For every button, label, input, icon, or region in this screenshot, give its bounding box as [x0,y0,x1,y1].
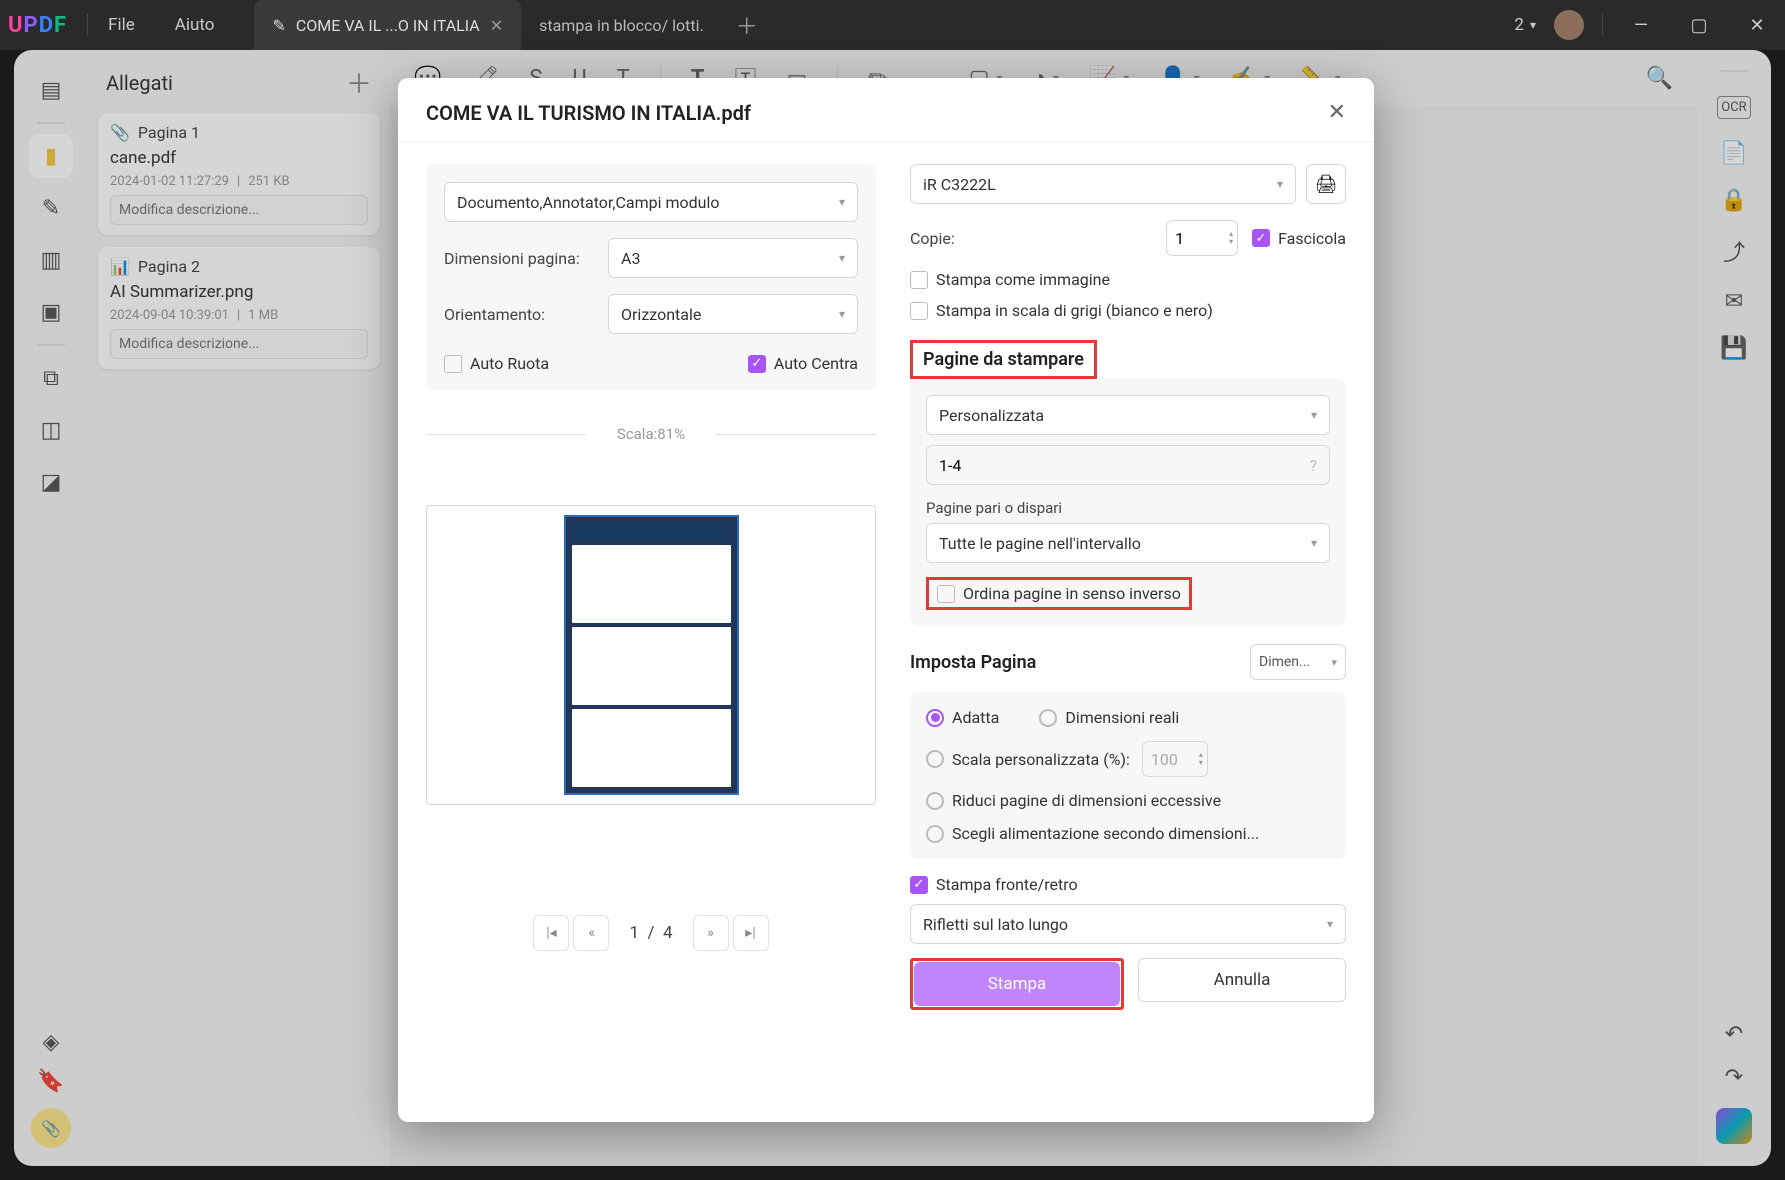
printer-icon: 🖨 [1315,174,1338,195]
print-preview [426,505,876,805]
duplex-checkbox[interactable]: ✓Stampa fronte/retro [910,875,1346,894]
custom-scale-radio[interactable]: Scala personalizzata (%): [926,750,1130,769]
pager-current: 1 [629,923,639,943]
menu-help[interactable]: Aiuto [155,15,235,35]
auto-center-checkbox[interactable]: ✓Auto Centra [748,354,858,373]
print-dialog: COME VA IL TURISMO IN ITALIA.pdf ✕ Docum… [398,78,1374,1122]
titlebar: UPDF File Aiuto ✎ COME VA IL ...O IN ITA… [0,0,1785,50]
page-setup-title: Imposta Pagina [910,652,1036,673]
page-setup-select[interactable]: Dimen... [1250,644,1346,680]
tab-label: stampa in blocco/ lotti. [539,16,704,35]
content-select[interactable]: Documento,Annotator,Campi modulo [444,182,858,222]
close-icon[interactable]: ✕ [490,16,503,35]
auto-rotate-checkbox[interactable]: Auto Ruota [444,354,549,373]
minimize-button[interactable]: — [1621,15,1661,36]
pages-mode-select[interactable]: Personalizzata [926,395,1330,435]
custom-scale-input[interactable]: 100 [1142,741,1208,777]
copies-input[interactable]: 1 [1166,220,1238,256]
scale-label: Scala:81% [426,425,876,443]
print-as-image-checkbox[interactable]: Stampa come immagine [910,270,1346,289]
menu-file[interactable]: File [88,15,155,35]
tab-inactive[interactable]: stampa in blocco/ lotti. [521,0,722,50]
pager-last[interactable]: ▸| [733,915,769,951]
dialog-close-button[interactable]: ✕ [1328,100,1346,125]
window-count[interactable]: 2▾ [1514,15,1536,35]
pager-prev[interactable]: « [573,915,609,951]
close-window-button[interactable]: ✕ [1737,15,1777,36]
paper-source-radio[interactable]: Scegli alimentazione secondo dimensioni.… [926,824,1330,843]
odd-even-select[interactable]: Tutte le pagine nell'intervallo [926,523,1330,563]
orientation-select[interactable]: Orizzontale [608,294,858,334]
pager-next[interactable]: » [693,915,729,951]
dialog-title: COME VA IL TURISMO IN ITALIA.pdf [426,101,751,125]
page-dim-select[interactable]: A3 [608,238,858,278]
cancel-button[interactable]: Annulla [1138,958,1346,1002]
copies-label: Copie: [910,229,955,248]
help-icon[interactable]: ? [1309,456,1317,475]
print-button[interactable]: Stampa [914,962,1120,1006]
pages-section-title: Pagine da stampare [923,349,1084,370]
app-logo: UPDF [8,13,67,38]
printer-properties-button[interactable]: 🖨 [1306,164,1346,204]
pencil-icon: ✎ [272,16,285,35]
pager-first[interactable]: |◂ [533,915,569,951]
preview-pager: |◂ « 1 / 4 » ▸| [426,915,876,951]
pager-total: 4 [663,923,673,943]
pages-range-input[interactable]: 1-4? [926,445,1330,485]
grayscale-checkbox[interactable]: Stampa in scala di grigi (bianco e nero) [910,301,1346,320]
fit-radio[interactable]: Adatta [926,708,999,727]
reverse-order-checkbox[interactable]: Ordina pagine in senso inverso [937,584,1181,603]
tab-active[interactable]: ✎ COME VA IL ...O IN ITALIA ✕ [254,0,521,50]
actual-size-radio[interactable]: Dimensioni reali [1039,708,1179,727]
avatar[interactable] [1554,10,1584,40]
collate-checkbox[interactable]: ✓Fascicola [1252,229,1346,248]
odd-even-label: Pagine pari o dispari [926,499,1330,517]
printer-select[interactable]: iR C3222L [910,164,1296,204]
maximize-button[interactable]: ▢ [1679,15,1719,36]
orientation-label: Orientamento: [444,305,594,324]
flip-select[interactable]: Rifletti sul lato lungo [910,904,1346,944]
tab-label: COME VA IL ...O IN ITALIA [296,16,480,35]
page-dim-label: Dimensioni pagina: [444,249,594,268]
shrink-radio[interactable]: Riduci pagine di dimensioni eccessive [926,791,1330,810]
tab-add-button[interactable]: ＋ [722,9,772,41]
